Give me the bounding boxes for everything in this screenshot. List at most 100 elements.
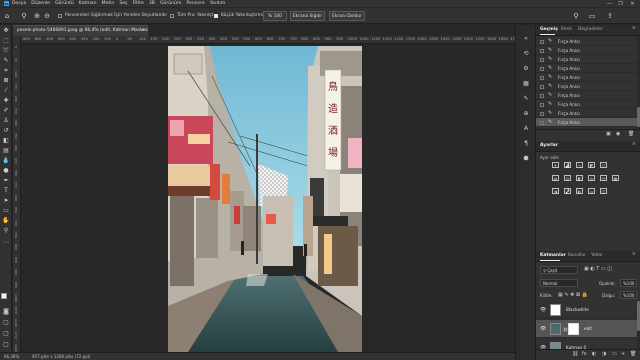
search-icon[interactable]: ⚲ — [572, 12, 580, 20]
menu-select[interactable]: Seç — [119, 1, 127, 6]
move-tool-icon[interactable]: ✥ — [2, 27, 10, 35]
brushes-panel-icon[interactable]: ✎ — [522, 95, 530, 103]
menu-type[interactable]: Metin — [102, 1, 115, 6]
vibrance-icon[interactable]: ▽ — [600, 162, 607, 168]
history-brush-tool-icon[interactable]: ↺ — [2, 127, 10, 135]
history-item[interactable]: ✎ Fırça Aracı — [536, 109, 637, 118]
collapse-panels-icon[interactable]: « — [522, 35, 530, 43]
new-layer-icon[interactable]: + — [621, 351, 625, 357]
delete-layer-icon[interactable]: 🗑 — [630, 351, 636, 357]
dodge-tool-icon[interactable]: ● — [2, 167, 10, 175]
history-item[interactable]: ✎ Fırça Aracı — [536, 82, 637, 91]
clone-source-icon[interactable]: ⊕ — [522, 110, 530, 118]
menu-edit[interactable]: Düzenle — [31, 1, 50, 6]
color-lookup-icon[interactable]: ▦ — [612, 175, 619, 181]
history-panel-icon[interactable]: ⟲ — [522, 50, 530, 58]
gradient-map-icon[interactable]: ▭ — [588, 188, 595, 194]
spot-healing-tool-icon[interactable]: ✚ — [2, 97, 10, 105]
brush-settings-icon[interactable]: ▦ — [522, 80, 530, 88]
new-document-from-state-icon[interactable]: ▣ — [606, 131, 611, 137]
link-layers-icon[interactable]: ⛓ — [572, 351, 578, 357]
history-source-checkbox[interactable] — [540, 40, 544, 44]
fill-screen-button[interactable]: Ekranı Doldur — [329, 11, 365, 21]
menu-view[interactable]: Görünüm — [160, 1, 181, 6]
photoshop-logo[interactable]: Ps — [4, 1, 9, 6]
history-item[interactable]: ✎ Fırça Aracı — [536, 55, 637, 64]
quick-select-tool-icon[interactable]: ✎ — [2, 57, 10, 65]
black-white-icon[interactable]: ◧ — [576, 175, 583, 181]
crop-tool-icon[interactable]: ⌗ — [2, 67, 10, 75]
fit-screen-button[interactable]: Ekrana Sığdır — [290, 11, 325, 21]
share-icon[interactable]: ⇪ — [606, 12, 614, 20]
tab-gradients[interactable]: Degradeler — [578, 27, 603, 32]
layer-style-icon[interactable]: fx — [582, 351, 587, 357]
foreground-color-swatch[interactable] — [1, 293, 7, 299]
menu-filter[interactable]: Filtre — [133, 1, 144, 6]
blend-mode-select[interactable]: Normal — [540, 279, 578, 287]
screen-mode-icon[interactable]: ▢ — [2, 319, 10, 327]
rectangle-tool-icon[interactable]: ▭ — [2, 207, 10, 215]
invert-icon[interactable]: ◑ — [552, 188, 559, 194]
add-mask-icon[interactable]: ◐ — [592, 351, 596, 357]
history-source-checkbox[interactable] — [540, 112, 544, 116]
history-source-checkbox[interactable] — [540, 76, 544, 80]
scrubby-zoom-checkbox[interactable] — [214, 14, 218, 18]
layer-filter-select[interactable]: ⚲ Çeşit — [540, 266, 578, 274]
tab-adjustments[interactable]: Ayarlar — [540, 143, 558, 148]
zoom-in-icon[interactable]: ⊕ — [33, 12, 41, 20]
paragraph-panel-icon[interactable]: ¶ — [522, 140, 530, 148]
channel-mixer-icon[interactable]: ⚯ — [600, 175, 607, 181]
history-item[interactable]: ✎ Fırça Aracı — [536, 46, 637, 55]
brightness-contrast-icon[interactable]: ☀ — [552, 162, 559, 168]
photo-canvas[interactable]: 鳥 造 酒 場 — [168, 46, 362, 352]
zoom-out-icon[interactable]: ⊖ — [43, 12, 51, 20]
character-panel-icon[interactable]: A — [522, 125, 530, 133]
history-item[interactable]: ✎ Fırça Aracı — [536, 37, 637, 46]
frame-tool-icon[interactable]: ⊠ — [2, 77, 10, 85]
close-document-button[interactable]: × — [141, 26, 145, 36]
gradient-tool-icon[interactable]: ▤ — [2, 147, 10, 155]
menu-layer[interactable]: Katman — [79, 1, 97, 6]
history-item[interactable]: ✎ Fırça Aracı — [536, 73, 637, 82]
panel-menu-icon[interactable]: ≡ — [632, 26, 636, 31]
3d-panel-icon[interactable]: ⬢ — [522, 155, 530, 163]
type-tool-icon[interactable]: T — [2, 187, 10, 195]
opacity-field[interactable]: %100 — [620, 279, 637, 287]
quick-mask-icon[interactable]: ◙ — [2, 308, 10, 316]
zoom-100-button[interactable]: % 100 — [263, 11, 287, 21]
minimize-button[interactable]: — — [605, 0, 614, 7]
history-item[interactable]: ✎ Fırça Aracı — [536, 100, 637, 109]
layer-name[interactable]: Blackwhite — [566, 307, 589, 312]
all-windows-checkbox[interactable] — [170, 14, 174, 18]
tab-channels[interactable]: Kanallar — [568, 253, 586, 258]
selective-color-icon[interactable]: ◫ — [600, 188, 607, 194]
photo-filter-icon[interactable]: ◎ — [588, 175, 595, 181]
document-tab[interactable]: pexels-photo-5466891.jpeg @ 66,4% (edit,… — [13, 25, 158, 36]
history-source-checkbox[interactable] — [540, 85, 544, 89]
snapshot-icon[interactable]: ◉ — [616, 131, 620, 137]
menu-file[interactable]: Dosya — [12, 1, 26, 6]
frames-icon[interactable]: ▢ — [2, 341, 10, 349]
history-item[interactable]: ✎ Fırça Aracı — [536, 64, 637, 73]
exposure-icon[interactable]: ◩ — [588, 162, 595, 168]
group-icon[interactable]: ▭ — [612, 351, 617, 357]
visibility-eye-icon[interactable]: 👁 — [540, 307, 546, 313]
layer-row-blackwhite[interactable]: 👁 Blackwhite — [536, 301, 637, 319]
pen-tool-icon[interactable]: ✒ — [2, 177, 10, 185]
history-source-checkbox[interactable] — [540, 58, 544, 62]
layer-row-edit[interactable]: 👁 ⛓ edit — [536, 320, 637, 338]
history-item[interactable]: ✎ Fırça Aracı — [536, 118, 637, 127]
filter-icons[interactable]: ▣ ◐ T ▭ ◫ — [584, 266, 612, 272]
tab-history[interactable]: Geçmiş — [540, 27, 558, 32]
history-source-checkbox[interactable] — [540, 49, 544, 53]
eraser-tool-icon[interactable]: ◧ — [2, 137, 10, 145]
resize-windows-checkbox[interactable] — [58, 14, 62, 18]
home-icon[interactable]: ⌂ — [3, 12, 11, 20]
levels-icon[interactable]: ▟ — [564, 162, 571, 168]
properties-panel-icon[interactable]: ⚙ — [522, 65, 530, 73]
menu-window[interactable]: Pencere — [186, 1, 204, 6]
tab-color[interactable]: Renk — [561, 27, 572, 32]
zoom-tool-icon-left[interactable]: ⚲ — [2, 227, 10, 235]
hand-tool-icon[interactable]: ✋ — [2, 217, 10, 225]
path-select-tool-icon[interactable]: ➤ — [2, 197, 10, 205]
